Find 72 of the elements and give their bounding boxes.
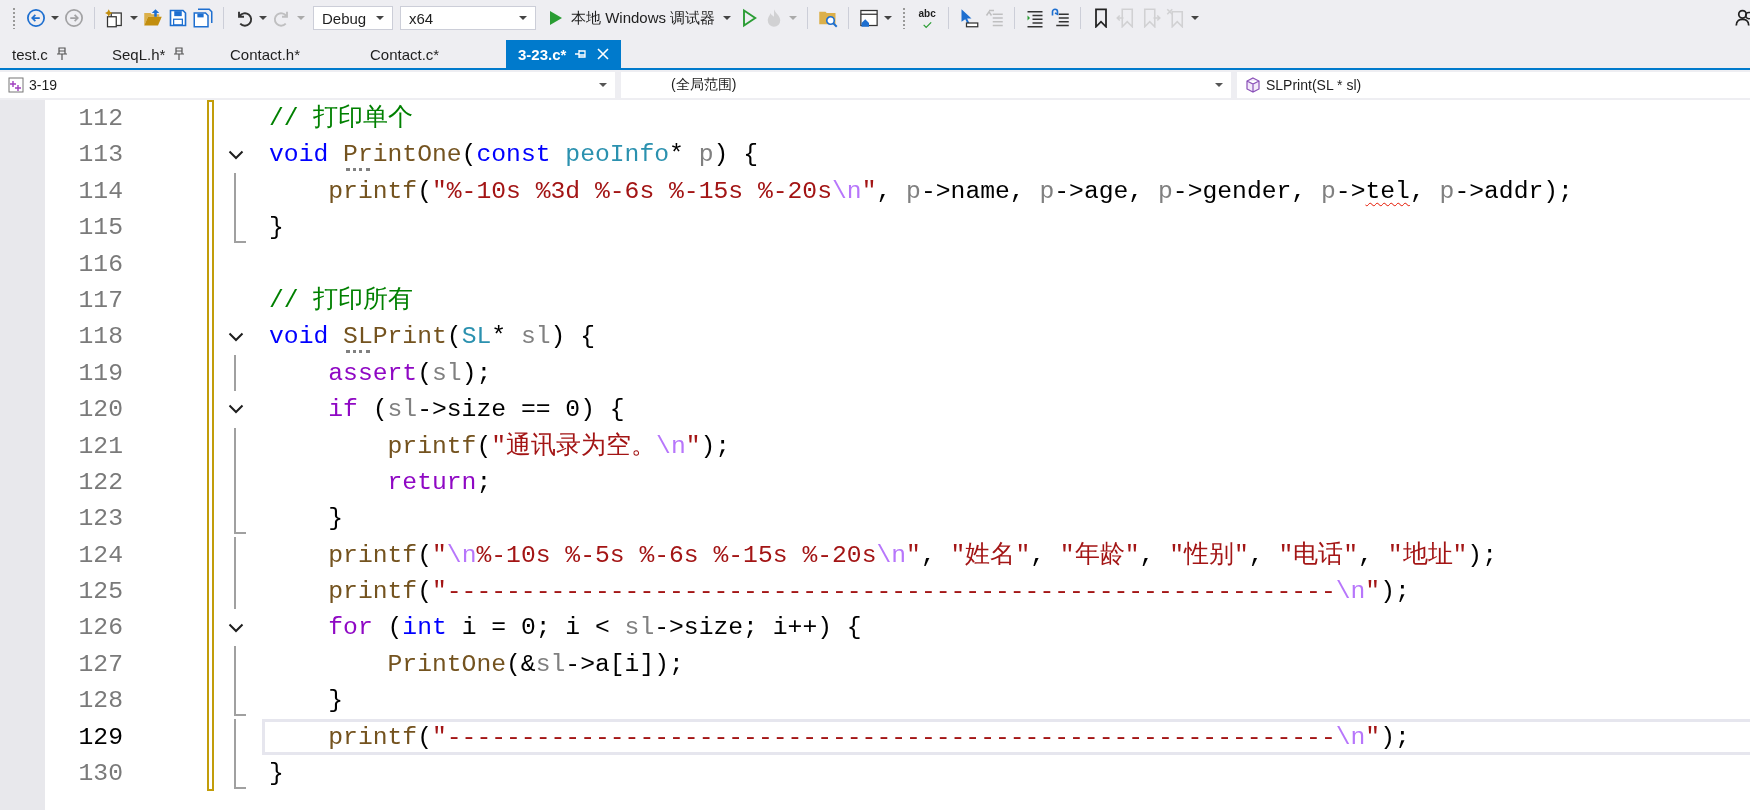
code-line: PrintOne(&sl->a[i]);: [386, 648, 685, 680]
line-number: 125: [77, 576, 123, 608]
line-number: 124: [77, 539, 123, 571]
line-number: 118: [77, 321, 123, 353]
line-number: 119: [77, 357, 123, 389]
pin-icon[interactable]: [55, 47, 68, 61]
code-line: }: [268, 212, 285, 244]
scope-dropdown[interactable]: (全局范围): [621, 72, 1231, 98]
code-line: }: [327, 685, 345, 717]
code-line: // 打印所有: [268, 284, 415, 316]
file-tab[interactable]: Contact.c*: [358, 40, 498, 68]
line-number: 116: [77, 248, 123, 280]
code-line: printf("%-10s %3d %-6s %-15s %-20s\n", p->name, p->age, p->gender, p->tel, p->addr);: [327, 175, 1574, 207]
dropdown-caret-icon[interactable]: [723, 15, 732, 21]
dropdown-caret-icon[interactable]: [376, 15, 384, 21]
back-arrow-icon[interactable]: [25, 7, 47, 29]
dropdown-field[interactable]: Debug: [313, 6, 393, 30]
collapse-chevron-icon[interactable]: [228, 149, 244, 160]
code-line: assert(sl);: [327, 357, 493, 389]
line-number: 113: [77, 139, 123, 171]
line-number: 127: [77, 648, 123, 680]
line-number: 128: [77, 685, 123, 717]
line-number: 126: [77, 612, 123, 644]
play-icon: [549, 10, 563, 26]
member-dropdown[interactable]: SLPrint(SL * sl): [1237, 72, 1750, 98]
code-line: printf("\n%-10s %-5s %-6s %-15s %-20s\n", "姓名", "年龄", "性别", "电话", "地址");: [327, 539, 1498, 571]
start-debugging-button[interactable]: 本地 Windows 调试器: [545, 6, 736, 30]
grip-handle[interactable]: [12, 7, 16, 29]
file-tab[interactable]: 3-23.c*: [506, 40, 621, 68]
code-line: void PrintOne(const peoInfo* p) {: [268, 139, 759, 173]
file-tab[interactable]: Contact.h*: [218, 40, 358, 68]
dropdown-caret-icon[interactable]: [1215, 82, 1223, 88]
line-number: 123: [77, 503, 123, 535]
wrap-lines-icon[interactable]: [1049, 7, 1072, 29]
line-number: 121: [77, 430, 123, 462]
code-line: void SLPrint(SL* sl) {: [268, 321, 596, 355]
code-line: // 打印单个: [268, 103, 415, 134]
pin-icon[interactable]: [574, 48, 589, 60]
code-line: for (int i = 0; i < sl->size; i++) {: [327, 612, 863, 644]
dropdown-field[interactable]: x64: [400, 6, 536, 30]
collapse-chevron-icon[interactable]: [228, 331, 244, 342]
code-line: printf("------------------------------------------------------------\n");: [262, 718, 1750, 756]
line-number: 115: [77, 212, 123, 244]
collapse-chevron-icon[interactable]: [228, 622, 244, 633]
people-icon[interactable]: [1734, 7, 1750, 29]
file-tab[interactable]: test.c: [0, 40, 100, 68]
cube-icon: [1245, 77, 1261, 93]
open-folder-icon[interactable]: [142, 7, 164, 29]
line-number: 129: [77, 721, 123, 753]
file-tab[interactable]: SeqL.h*: [100, 40, 218, 68]
line-number: 112: [77, 103, 123, 134]
close-icon[interactable]: [596, 47, 611, 61]
line-number: 114: [77, 175, 123, 207]
code-line: return;: [386, 466, 493, 498]
collapse-chevron-icon[interactable]: [228, 404, 244, 415]
pin-icon[interactable]: [173, 47, 186, 61]
dropdown-caret-icon[interactable]: [519, 15, 527, 21]
floppy-disk-icon[interactable]: [167, 7, 189, 29]
project-dropdown[interactable]: 3-19: [0, 72, 615, 98]
code-line: printf("------------------------------------------------------------\n");: [327, 576, 1411, 608]
floppy-disks-icon[interactable]: [192, 7, 214, 29]
line-number: 117: [77, 284, 123, 316]
line-number: 130: [77, 758, 123, 790]
project-icon: [8, 77, 24, 93]
line-number: 120: [77, 394, 123, 426]
dropdown-caret-icon[interactable]: [599, 82, 607, 88]
code-line: if (sl->size == 0) {: [327, 394, 626, 426]
code-line: printf("通讯录为空。\n");: [386, 430, 732, 462]
line-number: 122: [77, 466, 123, 498]
code-line: }: [268, 758, 285, 790]
window-home-icon[interactable]: [858, 7, 881, 29]
code-line: }: [327, 503, 345, 535]
